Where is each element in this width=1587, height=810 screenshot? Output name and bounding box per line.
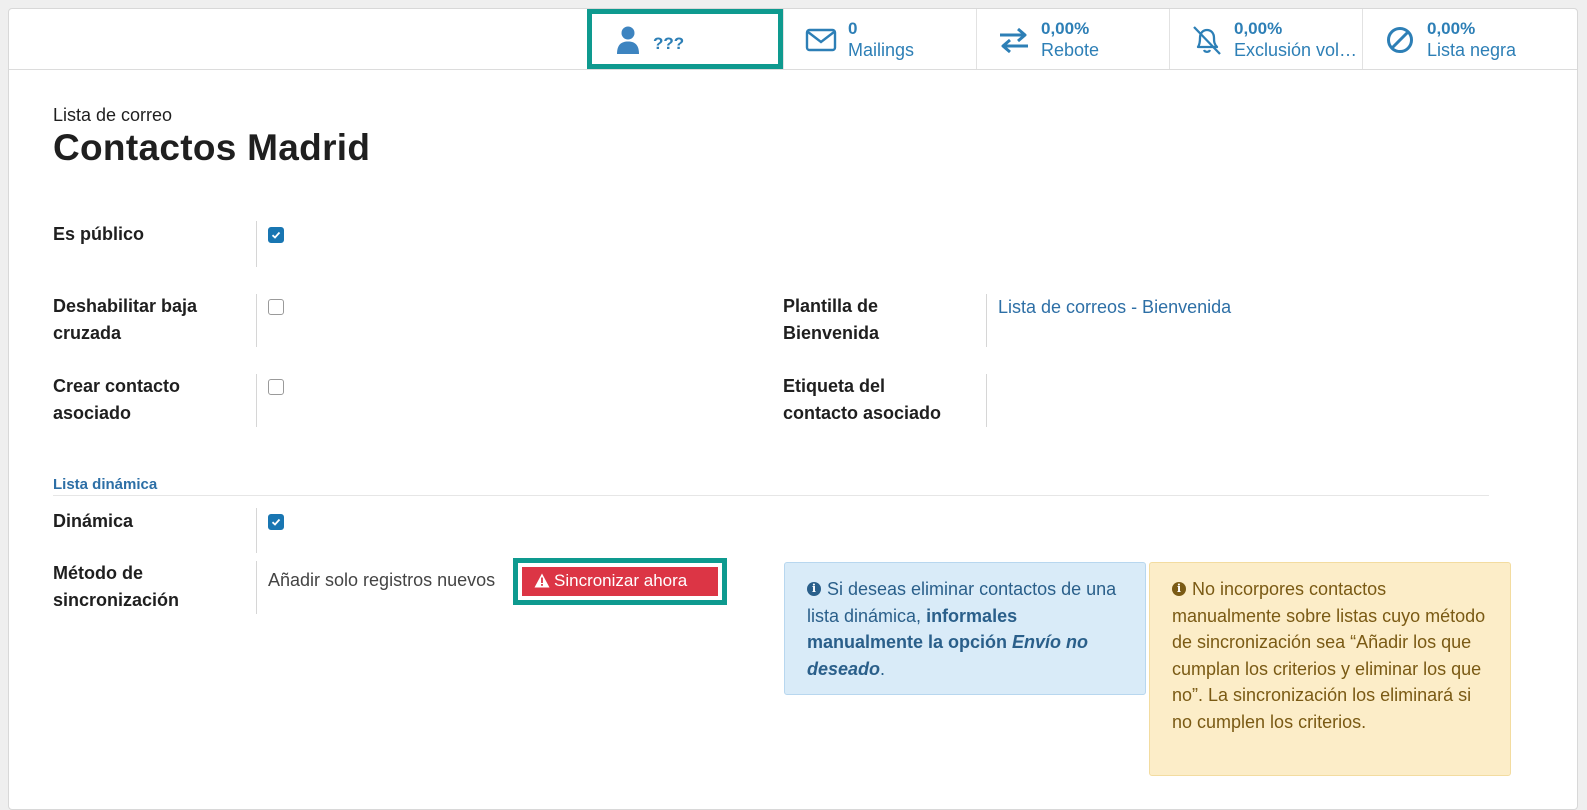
optout-rate: 0,00% xyxy=(1234,19,1283,38)
sync-method-label: Método de sincronización xyxy=(53,560,179,614)
disable-cross-unsub-label: Deshabilitar baja cruzada xyxy=(53,293,197,347)
info-circle-icon xyxy=(807,576,821,603)
label-line: Etiqueta del xyxy=(783,376,886,396)
field-divider xyxy=(256,294,257,347)
welcome-template-link[interactable]: Lista de correos - Bienvenida xyxy=(998,297,1231,318)
partner-tag-field[interactable] xyxy=(998,377,1418,417)
dynamic-list-section-title: Lista dinámica xyxy=(53,476,158,493)
info-circle-icon xyxy=(1172,576,1186,603)
contacts-stat-button[interactable]: ??? xyxy=(587,9,783,69)
contacts-count: ??? xyxy=(653,34,685,53)
blacklist-rate: 0,00% xyxy=(1427,19,1476,38)
bounce-label: Rebote xyxy=(1041,40,1100,60)
label-line: Plantilla de xyxy=(783,296,879,316)
record-title[interactable]: Contactos Madrid xyxy=(53,127,370,169)
envelope-icon xyxy=(804,23,838,57)
blacklist-label: Lista negra xyxy=(1427,40,1517,60)
form-sheet: ??? 0 Mailings 0,00% Rebote 0,00% Exclus… xyxy=(8,8,1578,810)
ban-icon xyxy=(1383,23,1417,57)
label-line: Bienvenida xyxy=(783,323,880,343)
warning-icon xyxy=(534,573,550,588)
bounce-stat-button[interactable]: 0,00% Rebote xyxy=(976,9,1169,69)
label-line: Crear contacto xyxy=(53,376,181,396)
user-icon xyxy=(616,25,650,59)
warning-alert: No incorpores contactos manualmente sobr… xyxy=(1149,562,1511,776)
welcome-template-label: Plantilla de Bienvenida xyxy=(783,293,879,347)
warning-alert-text: No incorpores contactos manualmente sobr… xyxy=(1172,579,1486,732)
exchange-arrows-icon xyxy=(997,23,1031,57)
disable-cross-unsub-checkbox[interactable] xyxy=(268,299,284,315)
label-line: cruzada xyxy=(53,323,122,343)
create-partner-checkbox[interactable] xyxy=(268,379,284,395)
field-divider xyxy=(256,561,257,614)
label-line: sincronización xyxy=(53,590,180,610)
sync-now-button[interactable]: Sincronizar ahora xyxy=(522,567,718,596)
field-divider xyxy=(986,374,987,427)
is-public-checkbox[interactable] xyxy=(268,227,284,243)
bounce-rate: 0,00% xyxy=(1041,19,1090,38)
create-partner-label: Crear contacto asociado xyxy=(53,373,180,427)
label-line: Método de xyxy=(53,563,143,583)
optout-label: Exclusión voluntaria xyxy=(1234,40,1358,60)
blacklist-stat-button[interactable]: 0,00% Lista negra xyxy=(1362,9,1577,69)
dynamic-label: Dinámica xyxy=(53,511,134,531)
record-subtitle: Lista de correo xyxy=(53,105,173,125)
field-divider xyxy=(986,294,987,347)
field-divider xyxy=(256,221,257,267)
stat-buttons-bar: ??? 0 Mailings 0,00% Rebote 0,00% Exclus… xyxy=(9,9,1577,70)
field-divider xyxy=(256,374,257,427)
mailings-stat-button[interactable]: 0 Mailings xyxy=(783,9,976,69)
dynamic-checkbox[interactable] xyxy=(268,514,284,530)
mailings-count: 0 xyxy=(848,19,858,38)
bell-slash-icon xyxy=(1190,23,1224,57)
section-separator xyxy=(53,495,1489,496)
sync-method-value[interactable]: Añadir solo registros nuevos xyxy=(268,570,495,591)
info-alert: Si deseas eliminar contactos de una list… xyxy=(784,562,1146,695)
sync-now-label: Sincronizar ahora xyxy=(554,571,688,590)
is-public-label: Es público xyxy=(53,224,145,244)
partner-tag-label: Etiqueta del contacto asociado xyxy=(783,373,941,427)
field-divider xyxy=(256,508,257,553)
label-line: asociado xyxy=(53,403,132,423)
sync-button-highlight: Sincronizar ahora xyxy=(513,558,727,605)
label-line: contacto asociado xyxy=(783,403,942,423)
optout-stat-button[interactable]: 0,00% Exclusión voluntaria xyxy=(1169,9,1362,69)
info-alert-end: . xyxy=(880,658,886,679)
mailings-label: Mailings xyxy=(848,40,915,60)
label-line: Deshabilitar baja xyxy=(53,296,198,316)
